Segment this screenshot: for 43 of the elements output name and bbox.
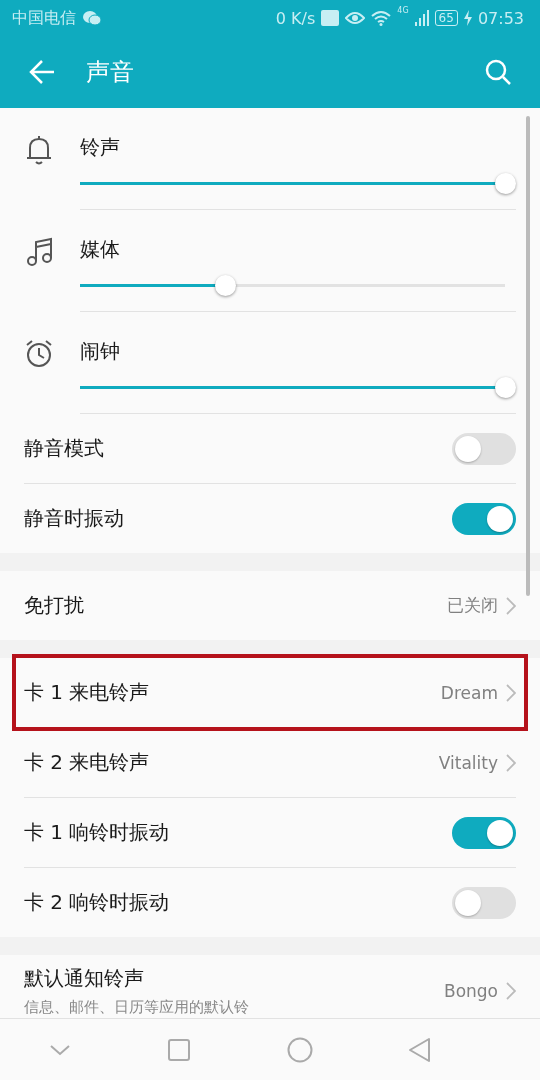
eye-icon bbox=[345, 11, 366, 25]
chat-icon bbox=[82, 10, 102, 26]
chevron-right-icon bbox=[506, 683, 516, 702]
home-icon[interactable] bbox=[286, 1037, 313, 1063]
volume-label: 铃声 bbox=[80, 134, 121, 161]
setting-label: 免打扰 bbox=[24, 592, 85, 619]
volume-slider[interactable] bbox=[80, 172, 516, 194]
wifi-icon bbox=[371, 10, 392, 26]
music-note-icon bbox=[24, 236, 54, 268]
setting-label: 卡 1 来电铃声 bbox=[24, 679, 151, 706]
setting-label: 静音时振动 bbox=[24, 505, 125, 532]
chevron-right-icon bbox=[506, 982, 516, 1000]
volume-slider[interactable] bbox=[80, 376, 516, 398]
signal-icon bbox=[414, 10, 429, 26]
toggle-switch[interactable] bbox=[452, 886, 516, 919]
carrier-name: 中国电信 bbox=[12, 7, 76, 29]
alarm-clock-icon bbox=[24, 338, 54, 370]
toggle-switch[interactable] bbox=[452, 502, 516, 535]
page-title: 声音 bbox=[86, 57, 135, 88]
setting-label: 卡 1 响铃时振动 bbox=[24, 819, 171, 846]
bell-icon bbox=[24, 134, 54, 166]
volume-label: 媒体 bbox=[80, 236, 121, 263]
setting-description: 信息、邮件、日历等应用的默认铃 bbox=[24, 998, 250, 1017]
setting-label: 静音模式 bbox=[24, 435, 105, 462]
setting-value: 已关闭 bbox=[447, 594, 498, 617]
recents-icon[interactable] bbox=[167, 1038, 192, 1062]
setting-label: 默认通知铃声 bbox=[24, 965, 145, 992]
setting-value: Dream bbox=[440, 682, 498, 703]
toggle-switch[interactable] bbox=[452, 432, 516, 465]
battery-level: 65 bbox=[434, 10, 458, 26]
setting-value: Bongo bbox=[443, 981, 498, 1001]
network-type: 4G bbox=[397, 6, 409, 15]
setting-label: 卡 2 来电铃声 bbox=[24, 749, 151, 776]
charging-icon bbox=[463, 10, 472, 26]
network-speed: 0 K/s bbox=[275, 8, 316, 28]
toggle-switch[interactable] bbox=[452, 816, 516, 849]
chevron-right-icon bbox=[506, 596, 516, 615]
clock-time: 07:53 bbox=[477, 8, 524, 28]
back-icon[interactable] bbox=[408, 1037, 433, 1063]
volume-label: 闹钟 bbox=[80, 338, 121, 365]
setting-value: Vitality bbox=[438, 752, 498, 773]
setting-label: 卡 2 响铃时振动 bbox=[24, 889, 171, 916]
chevron-right-icon bbox=[506, 753, 516, 772]
